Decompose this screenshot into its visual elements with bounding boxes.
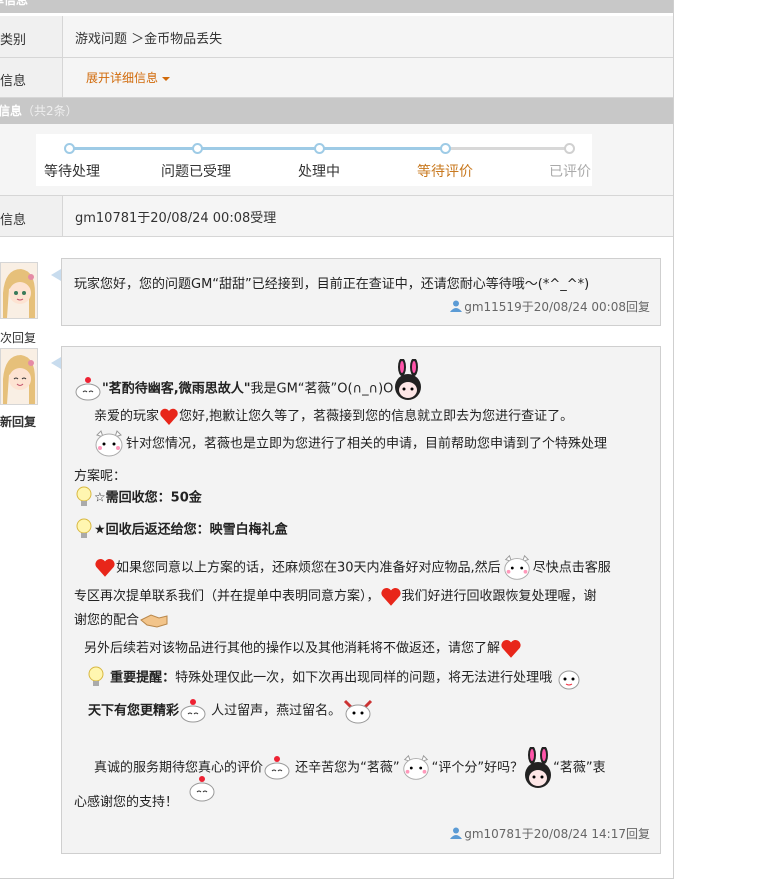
greeting: 亲爱的玩家 [94, 409, 160, 424]
progress-todo-line [445, 147, 570, 150]
bulb-icon [76, 486, 92, 506]
cloud-face-icon [75, 377, 101, 401]
bulb-icon [76, 518, 92, 538]
category-label: 问题类别 [0, 33, 27, 48]
bubble-arrow [51, 357, 61, 369]
item-return: ★回收后返还给您：映雪白梅礼盒 [94, 522, 288, 538]
chevron-down-icon [162, 76, 171, 81]
step-dot [314, 143, 325, 154]
first-reply-label: 首次回复 [0, 331, 37, 345]
closing-c: “评个分”好吗？ [431, 760, 524, 776]
reply-meta: gm11519于20/08/24 00:08回复 [450, 298, 650, 315]
cat-icon [402, 754, 429, 780]
progress-done-line [70, 147, 445, 150]
problem-info-label: 问题信息 [0, 74, 27, 89]
problem-info-row: 问题信息 展开详细信息 [0, 58, 673, 98]
step-label: 问题已受理 [161, 164, 231, 180]
heart-icon [95, 558, 115, 577]
status-progress: 等待处理 问题已受理 处理中 等待评价 已评价 [36, 134, 592, 186]
step-dot [64, 143, 75, 154]
user-icon [450, 300, 463, 312]
step-label-current: 等待评价 [417, 164, 473, 180]
category-row: 问题类别 游戏问题 ＞金币物品丢失 [0, 16, 673, 58]
reply-info-label: 回复信息 [0, 213, 27, 228]
step-label: 已评价 [549, 164, 591, 180]
reply-info-header: 回复信息（共2条） [0, 98, 673, 124]
para3-line1b: 尽快点击客服 [532, 560, 611, 576]
girl-avatar-icon [1, 349, 37, 404]
important-text: 特殊处理仅此一次，如下次再出现同样的问题，将无法进行处理哦 [175, 670, 553, 686]
closing-d: “茗薇”衷 [553, 760, 606, 776]
step-label: 等待处理 [44, 164, 100, 180]
girl-avatar-icon [1, 263, 37, 318]
category-value: 游戏问题 ＞金币物品丢失 [75, 32, 223, 47]
para2-line1: 针对您情况，茗薇也是立即为您进行了相关的申请，目前帮助您申请到了个特殊处理 [126, 436, 608, 452]
step-label: 处理中 [298, 164, 340, 180]
step-dot [440, 143, 451, 154]
order-info-header: 提单信息 [0, 0, 673, 13]
user-icon [450, 827, 463, 839]
item-recover: ☆需回收您：50金 [94, 490, 202, 506]
cat-icon [503, 554, 530, 580]
cloud-face-icon [344, 699, 373, 724]
closing-b: 还辛苦您为“茗薇” [295, 760, 400, 776]
para3-line2: 专区再次提单联系我们（并在提单中表明同意方案）， [74, 589, 380, 604]
ticket-detail-panel: 提单信息 问题类别 游戏问题 ＞金币物品丢失 问题信息 展开详细信息 回复信息（… [0, 0, 674, 879]
reply-text: 玩家您好，您的问题GM“甜甜”已经接到，目前正在查证中，还请您耐心等待哦～(*^… [74, 277, 590, 292]
step-dot [192, 143, 203, 154]
cloud-face-icon [180, 699, 206, 723]
title-bold: "茗酌待幽客,微雨思故人" [102, 381, 251, 397]
para3-line2b: 我们好进行回收跟恢复处理喔，谢 [401, 589, 597, 604]
bubble-arrow [51, 269, 61, 281]
reply-count: （共2条） [22, 104, 78, 118]
expand-details-link[interactable]: 展开详细信息 [86, 69, 171, 86]
closing-a: 真诚的服务期待您真心的评价 [94, 760, 264, 776]
closing-e: 心感谢您的支持！ [74, 795, 179, 810]
avatar [0, 262, 38, 319]
cloud-face-icon [558, 670, 580, 690]
wonderful-text: 人过留声，燕过留名。 [211, 703, 342, 719]
reply-info-value: gm10781于20/08/24 00:08受理 [75, 211, 277, 226]
bunny-icon [395, 359, 422, 400]
reply-info-title: 回复信息 [0, 104, 23, 118]
bunny-icon [525, 747, 552, 788]
heart-icon [160, 408, 178, 425]
reply-info-row: 回复信息 gm10781于20/08/24 00:08受理 [0, 196, 673, 237]
latest-reply-label: 最新回复 [0, 415, 37, 429]
handshake-icon [140, 613, 168, 628]
reply-bubble: 玩家您好，您的问题GM“甜甜”已经接到，目前正在查证中，还请您耐心等待哦～(*^… [51, 258, 661, 326]
reply-bubble: "茗酌待幽客,微雨思故人"我是GM“茗薇”O(∩_∩)O 亲爱的玩家 您好,抱歉让… [51, 346, 661, 854]
bulb-icon [88, 666, 104, 686]
para3-line1: 如果您同意以上方案的话，还麻烦您在30天内准备好对应物品,然后 [116, 560, 501, 576]
step-dot [564, 143, 575, 154]
para2-line2: 方案呢： [74, 469, 127, 484]
reply-meta: gm10781于20/08/24 14:17回复 [450, 825, 650, 842]
heart-icon [501, 639, 521, 658]
cat-icon [95, 430, 123, 457]
wonderful-label: 天下有您更精彩 [88, 703, 180, 719]
greeting-rest: 您好,抱歉让您久等了，茗薇接到您的信息就立即去为您进行查证了。 [179, 409, 574, 424]
para3-line3: 谢您的配合 [74, 613, 140, 628]
para4: 另外后续若对该物品进行其他的操作以及其他消耗将不做返还，请您了解 [84, 641, 501, 656]
title-rest: 我是GM“茗薇”O(∩_∩)O [250, 381, 394, 397]
cloud-face-icon [264, 756, 290, 780]
order-info-title: 提单信息 [0, 0, 29, 7]
avatar [0, 348, 38, 405]
cloud-face-icon [189, 776, 215, 802]
important-label: 重要提醒： [110, 670, 176, 686]
heart-icon [380, 587, 401, 606]
